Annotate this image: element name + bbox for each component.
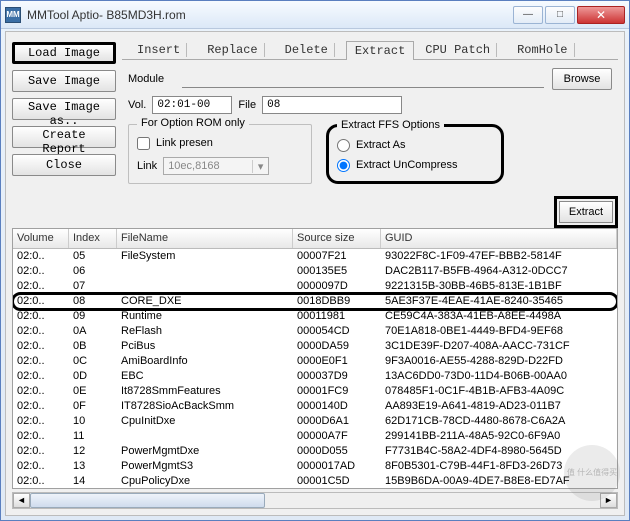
table-row[interactable]: 02:0..13PowerMgmtS30000017AD8F0B5301-C79… xyxy=(13,459,617,474)
link-label: Link xyxy=(137,160,157,172)
col-index[interactable]: Index xyxy=(69,229,117,248)
link-combo-value: 10ec,8168 xyxy=(164,160,252,172)
group-option-rom-legend: For Option ROM only xyxy=(137,117,249,129)
extract-button[interactable]: Extract xyxy=(559,201,613,223)
scroll-left-icon[interactable]: ◄ xyxy=(13,493,30,508)
maximize-button[interactable]: □ xyxy=(545,6,575,24)
extract-uncompressed-label: Extract UnCompress xyxy=(356,159,457,171)
table-row[interactable]: 02:0..0DEBC000037D913AC6DD0-73D0-11D4-B0… xyxy=(13,369,617,384)
module-field[interactable] xyxy=(182,70,544,88)
extract-as-label: Extract As xyxy=(356,139,406,151)
vol-input[interactable] xyxy=(152,96,232,114)
col-guid[interactable]: GUID xyxy=(381,229,617,248)
link-present-label: Link presen xyxy=(156,137,213,149)
save-image-as-button[interactable]: Save Image as.. xyxy=(12,98,116,120)
file-input[interactable] xyxy=(262,96,402,114)
tab-delete[interactable]: Delete xyxy=(276,40,344,59)
table-row[interactable]: 02:0..12PowerMgmtDxe0000D055F7731B4C-58A… xyxy=(13,444,617,459)
table-row[interactable]: 02:0..06000135E5DAC2B117-B5FB-4964-A312-… xyxy=(13,264,617,279)
tab-insert[interactable]: Insert xyxy=(128,40,196,59)
browse-button[interactable]: Browse xyxy=(552,68,612,90)
group-option-rom: For Option ROM only Link presen Link 10e… xyxy=(128,124,312,184)
extract-as-radio[interactable] xyxy=(337,139,350,152)
link-combo[interactable]: 10ec,8168 ▾ xyxy=(163,157,269,175)
module-table: Volume Index FileName Source size GUID 0… xyxy=(12,228,618,489)
tab-replace[interactable]: Replace xyxy=(198,40,273,59)
col-volume[interactable]: Volume xyxy=(13,229,69,248)
window-title: MMTool Aptio- B85MD3H.rom xyxy=(27,8,513,22)
vol-label: Vol. xyxy=(128,99,146,111)
col-source-size[interactable]: Source size xyxy=(293,229,381,248)
table-row[interactable]: 02:0..0BPciBus0000DA593C1DE39F-D207-408A… xyxy=(13,339,617,354)
table-row[interactable]: 02:0..0EIt8728SmmFeatures00001FC9078485F… xyxy=(13,384,617,399)
close-window-button[interactable]: ✕ xyxy=(577,6,625,24)
scroll-thumb[interactable] xyxy=(30,493,265,508)
table-row[interactable]: 02:0..14CpuPolicyDxe00001C5D15B9B6DA-00A… xyxy=(13,474,617,488)
table-row[interactable]: 02:0..070000097D9221315B-30BB-46B5-813E-… xyxy=(13,279,617,294)
table-row[interactable]: 02:0..0CAmiBoardInfo0000E0F19F3A0016-AE5… xyxy=(13,354,617,369)
close-button[interactable]: Close xyxy=(12,154,116,176)
file-label: File xyxy=(238,99,256,111)
tab-romhole[interactable]: RomHole xyxy=(508,40,583,59)
tab-cpu-patch[interactable]: CPU Patch xyxy=(416,40,506,59)
table-row[interactable]: 02:0..0FIT8728SioAcBackSmm0000140DAA893E… xyxy=(13,399,617,414)
create-report-button[interactable]: Create Report xyxy=(12,126,116,148)
group-extract-ffs: Extract FFS Options Extract As Extract U… xyxy=(326,124,504,184)
tab-strip: Insert Replace Delete Extract CPU Patch … xyxy=(122,38,618,60)
load-image-button[interactable]: Load Image xyxy=(12,42,116,64)
chevron-down-icon[interactable]: ▾ xyxy=(252,160,268,173)
minimize-button[interactable]: — xyxy=(513,6,543,24)
extract-uncompressed-radio[interactable] xyxy=(337,159,350,172)
app-icon: MM xyxy=(5,7,21,23)
table-row[interactable]: 02:0..08CORE_DXE0018DBB95AE3F37E-4EAE-41… xyxy=(13,294,617,309)
table-row[interactable]: 02:0..0AReFlash000054CD70E1A818-0BE1-444… xyxy=(13,324,617,339)
table-row[interactable]: 02:0..09Runtime00011981CE59C4A-383A-41EB… xyxy=(13,309,617,324)
table-row[interactable]: 02:0..1100000A7F299141BB-211A-48A5-92C0-… xyxy=(13,429,617,444)
horizontal-scrollbar[interactable]: ◄ ► xyxy=(12,492,618,509)
tab-extract[interactable]: Extract xyxy=(346,41,414,60)
save-image-button[interactable]: Save Image xyxy=(12,70,116,92)
table-row[interactable]: 02:0..05FileSystem00007F2193022F8C-1F09-… xyxy=(13,249,617,264)
scroll-right-icon[interactable]: ► xyxy=(600,493,617,508)
col-filename[interactable]: FileName xyxy=(117,229,293,248)
module-label: Module xyxy=(128,73,182,85)
group-extract-ffs-legend: Extract FFS Options xyxy=(337,119,444,131)
link-present-checkbox[interactable] xyxy=(137,137,150,150)
table-row[interactable]: 02:0..10CpuInitDxe0000D6A162D171CB-78CD-… xyxy=(13,414,617,429)
